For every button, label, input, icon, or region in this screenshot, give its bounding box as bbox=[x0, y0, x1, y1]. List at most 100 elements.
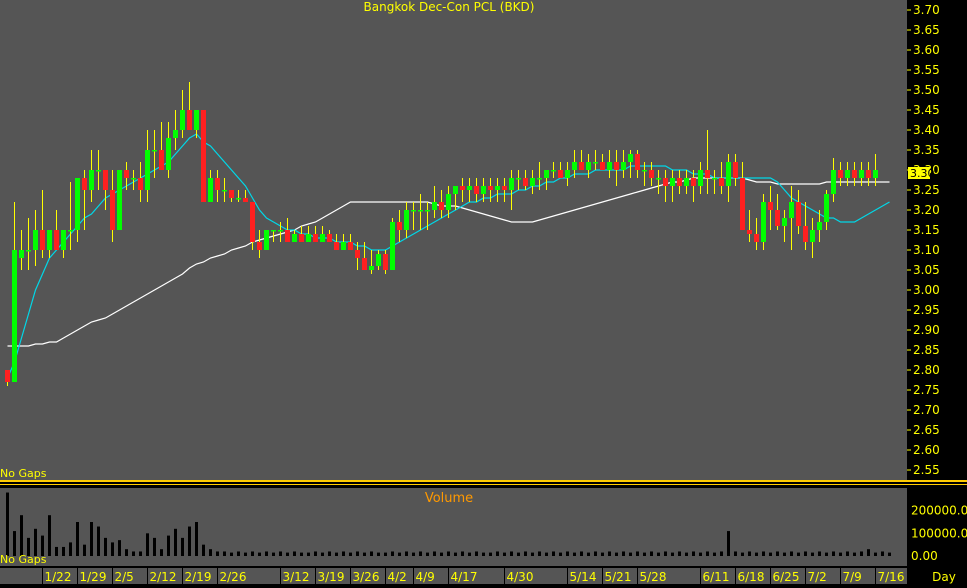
volume-bar[interactable] bbox=[20, 515, 23, 556]
volume-bar[interactable] bbox=[419, 551, 422, 556]
volume-bar[interactable] bbox=[867, 549, 870, 556]
volume-bar[interactable] bbox=[447, 551, 450, 556]
volume-bar[interactable] bbox=[328, 551, 331, 556]
volume-bar[interactable] bbox=[307, 552, 310, 556]
volume-bar[interactable] bbox=[34, 528, 37, 556]
volume-bar[interactable] bbox=[825, 552, 828, 556]
volume-bar[interactable] bbox=[55, 546, 58, 556]
volume-bar[interactable] bbox=[615, 552, 618, 556]
volume-bar[interactable] bbox=[391, 551, 394, 556]
volume-bar[interactable] bbox=[755, 552, 758, 556]
volume-bar[interactable] bbox=[426, 552, 429, 556]
volume-bar[interactable] bbox=[531, 552, 534, 556]
volume-bar[interactable] bbox=[48, 515, 51, 556]
volume-bar[interactable] bbox=[118, 540, 121, 556]
volume-bar[interactable] bbox=[363, 552, 366, 556]
volume-bar[interactable] bbox=[713, 552, 716, 556]
volume-bar[interactable] bbox=[181, 537, 184, 556]
candle[interactable] bbox=[201, 110, 206, 202]
volume-bar[interactable] bbox=[874, 552, 877, 556]
price-panel[interactable] bbox=[0, 0, 907, 480]
volume-bar[interactable] bbox=[573, 552, 576, 556]
volume-bar[interactable] bbox=[258, 552, 261, 556]
volume-bar[interactable] bbox=[559, 552, 562, 556]
volume-bar[interactable] bbox=[552, 551, 555, 556]
volume-bar[interactable] bbox=[706, 551, 709, 556]
volume-bar[interactable] bbox=[720, 551, 723, 556]
volume-bar[interactable] bbox=[293, 551, 296, 556]
volume-bar[interactable] bbox=[636, 551, 639, 556]
volume-bar[interactable] bbox=[776, 551, 779, 556]
volume-bar[interactable] bbox=[468, 552, 471, 556]
volume-bar[interactable] bbox=[69, 542, 72, 556]
volume-bar[interactable] bbox=[251, 551, 254, 556]
volume-bar[interactable] bbox=[811, 552, 814, 556]
volume-bar[interactable] bbox=[489, 552, 492, 556]
volume-bar[interactable] bbox=[650, 551, 653, 556]
volume-bar[interactable] bbox=[699, 552, 702, 556]
volume-bar[interactable] bbox=[664, 551, 667, 556]
volume-bar[interactable] bbox=[314, 551, 317, 556]
volume-bar[interactable] bbox=[629, 552, 632, 556]
volume-bar[interactable] bbox=[727, 531, 730, 556]
volume-bar[interactable] bbox=[496, 551, 499, 556]
volume-bar[interactable] bbox=[566, 551, 569, 556]
volume-bar[interactable] bbox=[195, 522, 198, 556]
volume-bar[interactable] bbox=[83, 544, 86, 556]
volume-bar[interactable] bbox=[370, 551, 373, 556]
volume-bar[interactable] bbox=[377, 552, 380, 556]
volume-bar[interactable] bbox=[237, 551, 240, 556]
volume-bar[interactable] bbox=[832, 551, 835, 556]
volume-bar[interactable] bbox=[209, 549, 212, 556]
volume-bar[interactable] bbox=[146, 533, 149, 556]
volume-bar[interactable] bbox=[300, 552, 303, 556]
volume-bar[interactable] bbox=[692, 551, 695, 556]
volume-bar[interactable] bbox=[608, 551, 611, 556]
volume-bar[interactable] bbox=[202, 544, 205, 556]
volume-bar[interactable] bbox=[174, 528, 177, 556]
volume-bar[interactable] bbox=[797, 552, 800, 556]
volume-bar[interactable] bbox=[482, 552, 485, 556]
volume-bar[interactable] bbox=[244, 552, 247, 556]
volume-bar[interactable] bbox=[643, 552, 646, 556]
volume-bar[interactable] bbox=[321, 552, 324, 556]
volume-bar[interactable] bbox=[90, 522, 93, 556]
volume-bar[interactable] bbox=[657, 552, 660, 556]
candle[interactable] bbox=[117, 170, 122, 230]
volume-bar[interactable] bbox=[860, 551, 863, 556]
volume-bar[interactable] bbox=[167, 535, 170, 556]
volume-bar[interactable] bbox=[790, 551, 793, 556]
volume-bar[interactable] bbox=[839, 552, 842, 556]
volume-bar[interactable] bbox=[384, 552, 387, 556]
volume-bar[interactable] bbox=[216, 551, 219, 556]
volume-bar[interactable] bbox=[279, 551, 282, 556]
volume-bar[interactable] bbox=[104, 537, 107, 556]
volume-bar[interactable] bbox=[762, 551, 765, 556]
volume-bar[interactable] bbox=[188, 526, 191, 556]
volume-bar[interactable] bbox=[804, 551, 807, 556]
candle[interactable] bbox=[264, 230, 269, 250]
volume-bar[interactable] bbox=[349, 552, 352, 556]
volume-bar[interactable] bbox=[335, 552, 338, 556]
volume-bar[interactable] bbox=[818, 551, 821, 556]
volume-bar[interactable] bbox=[461, 551, 464, 556]
volume-bar[interactable] bbox=[580, 551, 583, 556]
volume-bar[interactable] bbox=[517, 552, 520, 556]
volume-bar[interactable] bbox=[622, 551, 625, 556]
volume-bar[interactable] bbox=[160, 549, 163, 556]
volume-bar[interactable] bbox=[678, 551, 681, 556]
volume-bar[interactable] bbox=[475, 551, 478, 556]
volume-bar[interactable] bbox=[356, 551, 359, 556]
volume-bar[interactable] bbox=[601, 552, 604, 556]
volume-bar[interactable] bbox=[853, 552, 856, 556]
volume-bar[interactable] bbox=[846, 551, 849, 556]
volume-bar[interactable] bbox=[153, 537, 156, 556]
volume-bar[interactable] bbox=[139, 551, 142, 556]
volume-bar[interactable] bbox=[769, 552, 772, 556]
volume-bar[interactable] bbox=[230, 552, 233, 556]
volume-bar[interactable] bbox=[454, 552, 457, 556]
volume-bar[interactable] bbox=[734, 551, 737, 556]
volume-bar[interactable] bbox=[594, 551, 597, 556]
volume-bar[interactable] bbox=[440, 552, 443, 556]
volume-bar[interactable] bbox=[671, 552, 674, 556]
